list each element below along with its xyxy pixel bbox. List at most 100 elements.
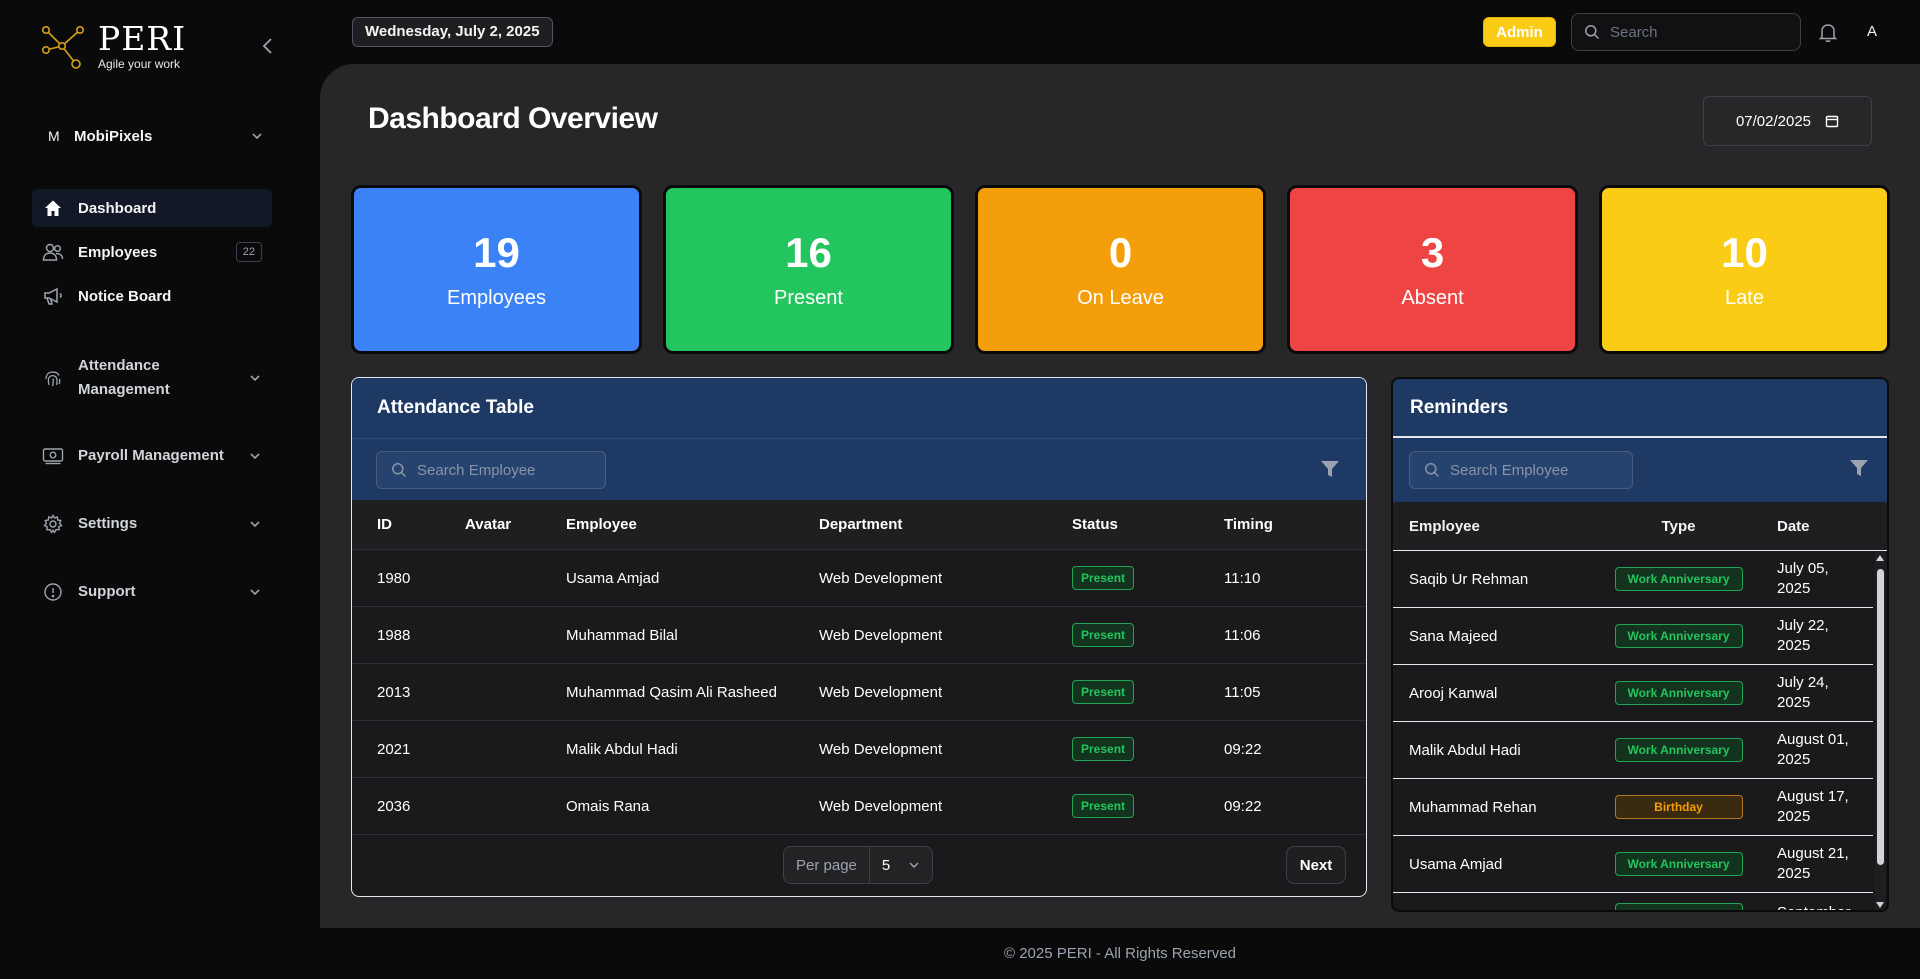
sidebar-item-label: Dashboard (78, 199, 157, 217)
user-avatar[interactable]: A (1860, 20, 1884, 44)
sidebar-group-payroll[interactable]: Payroll Management (32, 444, 272, 468)
column-header[interactable]: Avatar (465, 516, 566, 533)
page-title: Dashboard Overview (368, 102, 658, 135)
search-input[interactable] (1610, 23, 1790, 41)
footer-copyright: © 2025 PERI - All Rights Reserved (1004, 945, 1236, 962)
chevron-left-icon[interactable] (258, 36, 278, 56)
type-badge: Birthday (1614, 795, 1743, 819)
stat-card-late[interactable]: 10 Late (1599, 185, 1890, 354)
cell-employee: Muhammad Qasim Ali Rasheed (566, 683, 777, 701)
list-item[interactable]: Usama Amjad Work Anniversary August 21, … (1393, 836, 1873, 893)
type-badge: Work Anniversary (1614, 624, 1743, 648)
type-badge: Work Anniversary (1614, 567, 1743, 591)
sidebar-group-settings[interactable]: Settings (32, 512, 272, 536)
column-header[interactable]: Type (1600, 518, 1757, 535)
list-item[interactable]: Saqib Ur Rehman Work Anniversary July 05… (1393, 551, 1873, 608)
column-header[interactable]: Employee (566, 516, 819, 533)
reminders-scrollbar[interactable] (1875, 551, 1885, 910)
list-item[interactable]: Work Anniversary September (1393, 893, 1873, 910)
main-content: Dashboard Overview 07/02/2025 19 Employe… (320, 64, 1920, 928)
date-picker[interactable]: 07/02/2025 (1703, 96, 1872, 146)
sidebar-group-attendance[interactable]: Attendance Management (32, 354, 272, 402)
table-row[interactable]: 2021 Malik Abdul Hadi Web Development Pr… (352, 721, 1366, 778)
list-item[interactable]: Malik Abdul Hadi Work Anniversary August… (1393, 722, 1873, 779)
column-header[interactable]: ID (352, 516, 465, 533)
reminder-date: July 22, 2025 (1777, 617, 1829, 654)
list-item[interactable]: Arooj Kanwal Work Anniversary July 24, 2… (1393, 665, 1873, 722)
sidebar-item-label: Employees (78, 243, 158, 261)
sidebar-item-employees[interactable]: Employees 22 (32, 233, 272, 271)
sidebar-group-label: Payroll Management (78, 447, 224, 464)
reminder-date: August 17, 2025 (1777, 788, 1849, 825)
fingerprint-icon (42, 367, 64, 389)
status-badge: Present (1072, 794, 1135, 818)
column-header[interactable]: Status (1072, 516, 1224, 533)
search-employee-input[interactable] (417, 461, 597, 479)
table-row[interactable]: 2036 Omais Rana Web Development Present … (352, 778, 1366, 835)
list-item[interactable]: Sana Majeed Work Anniversary July 22, 20… (1393, 608, 1873, 665)
attendance-search[interactable] (376, 451, 606, 489)
sidebar-item-dashboard[interactable]: Dashboard (32, 189, 272, 227)
cell-id: 1980 (377, 569, 411, 587)
reminders-list[interactable]: Saqib Ur Rehman Work Anniversary July 05… (1393, 551, 1887, 910)
megaphone-icon (42, 285, 64, 307)
reminder-date: July 05, 2025 (1777, 560, 1829, 597)
search-employee-input[interactable] (1450, 461, 1630, 479)
stat-card-present[interactable]: 16 Present (663, 185, 954, 354)
stat-card-employees[interactable]: 19 Employees (351, 185, 642, 354)
type-badge: Work Anniversary (1614, 903, 1743, 910)
stat-value: 0 (1108, 229, 1133, 276)
stat-card-absent[interactable]: 3 Absent (1287, 185, 1578, 354)
cell-employee: Omais Rana (566, 797, 650, 815)
calendar-icon[interactable] (1825, 114, 1839, 128)
per-page-dropdown[interactable]: 5 (870, 857, 932, 874)
filter-icon[interactable] (1849, 458, 1869, 478)
date-picker-value: 07/02/2025 (1735, 112, 1812, 130)
sidebar-group-support[interactable]: Support (32, 580, 272, 604)
reminder-employee: Saqib Ur Rehman (1409, 570, 1529, 588)
column-header[interactable]: Employee (1393, 518, 1600, 535)
sidebar-item-notice-board[interactable]: Notice Board (32, 277, 272, 315)
attendance-toolbar (352, 439, 1366, 500)
stat-label: Present (774, 287, 843, 309)
cell-timing: 11:05 (1224, 683, 1261, 701)
cell-employee: Malik Abdul Hadi (566, 740, 678, 758)
scroll-up-arrow-icon[interactable] (1876, 555, 1884, 561)
cell-id: 1988 (377, 626, 411, 644)
scroll-down-arrow-icon[interactable] (1876, 902, 1884, 908)
role-badge-button[interactable]: Admin (1483, 17, 1556, 47)
per-page-select[interactable]: Per page 5 (783, 846, 934, 884)
cell-id: 2013 (377, 683, 411, 701)
scrollbar-thumb[interactable] (1877, 569, 1884, 865)
column-header[interactable]: Date (1757, 518, 1872, 535)
table-row[interactable]: 1988 Muhammad Bilal Web Development Pres… (352, 607, 1366, 664)
stat-card-on-leave[interactable]: 0 On Leave (975, 185, 1266, 354)
sidebar-group-label: Settings (78, 515, 138, 532)
chevron-down-icon (909, 862, 919, 869)
reminder-employee: Arooj Kanwal (1409, 684, 1498, 702)
cell-timing: 09:22 (1224, 797, 1262, 815)
table-row[interactable]: 2013 Muhammad Qasim Ali Rasheed Web Deve… (352, 664, 1366, 721)
brand-name: PERI (98, 19, 187, 58)
global-search[interactable] (1571, 13, 1801, 51)
sidebar-nav: Dashboard Employees 22 Notice Board (32, 189, 272, 321)
reminders-search[interactable] (1409, 451, 1633, 489)
filter-icon[interactable] (1320, 459, 1340, 479)
org-switcher[interactable]: M MobiPixels (38, 124, 264, 148)
status-badge: Present (1072, 623, 1135, 647)
stat-label: Employees (447, 287, 546, 309)
attendance-table-header: ID Avatar Employee Department Status Tim… (352, 500, 1366, 550)
search-icon (1425, 463, 1440, 478)
table-row[interactable]: 1980 Usama Amjad Web Development Present… (352, 550, 1366, 607)
next-page-button[interactable]: Next (1286, 846, 1346, 884)
chevron-down-icon (250, 521, 260, 528)
bell-icon[interactable] (1816, 20, 1840, 44)
cell-department: Web Development (819, 740, 943, 758)
list-item[interactable]: Muhammad Rehan Birthday August 17, 2025 (1393, 779, 1873, 836)
brand-logo[interactable]: PERI Agile your work (38, 22, 186, 72)
column-header[interactable]: Timing (1224, 516, 1344, 533)
employees-count-badge: 22 (235, 242, 262, 262)
reminder-employee: Muhammad Rehan (1409, 798, 1537, 816)
column-header[interactable]: Department (819, 516, 1072, 533)
cell-id: 2021 (377, 740, 411, 758)
